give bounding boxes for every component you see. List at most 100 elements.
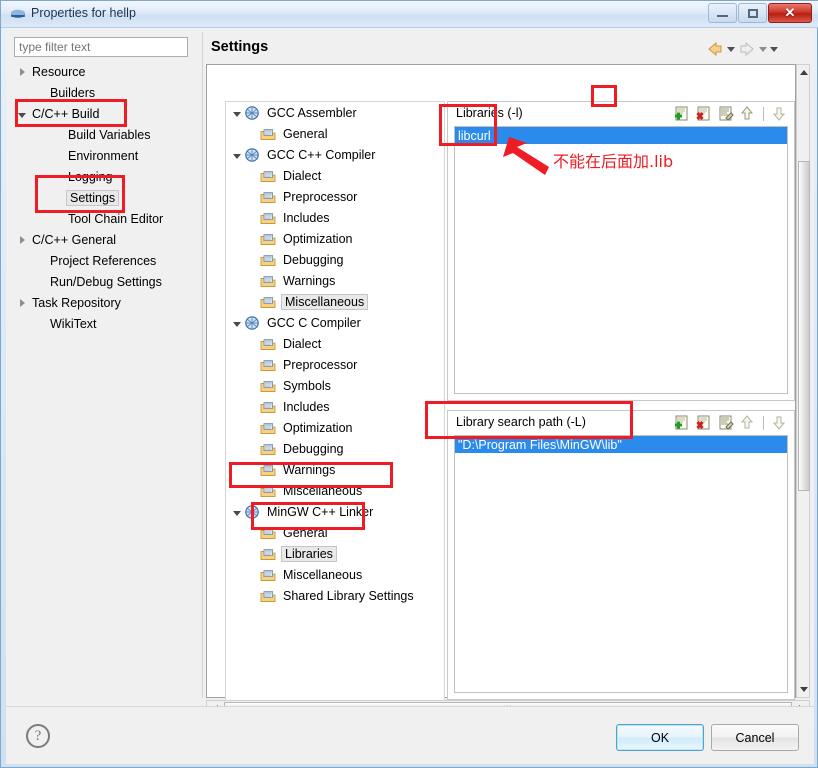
sidebar-item-environment[interactable]: Environment	[14, 145, 198, 166]
sidebar-item-run-debug-settings[interactable]: Run/Debug Settings	[14, 271, 198, 292]
tree-item-dialect[interactable]: Dialect	[226, 165, 444, 186]
sidebar-item-logging[interactable]: Logging	[14, 166, 198, 187]
sidebar-item-label: Build Variables	[68, 127, 151, 142]
search-path-toolbar[interactable]	[673, 414, 788, 431]
tree-item-gcc-c-compiler[interactable]: GCC C++ Compiler	[226, 144, 444, 165]
chevron-right-icon[interactable]	[14, 61, 30, 82]
add-icon[interactable]	[673, 105, 690, 122]
back-arrow-icon[interactable]	[706, 41, 724, 57]
tree-item-includes[interactable]: Includes	[226, 207, 444, 228]
forward-arrow-icon	[740, 41, 754, 57]
settings-vertical-scrollbar[interactable]	[796, 64, 810, 698]
tree-item-label: Dialect	[283, 336, 322, 351]
back-history-chevron-down-icon[interactable]	[727, 46, 735, 52]
tree-item-libraries[interactable]: Libraries	[226, 543, 444, 564]
scroll-up-icon[interactable]	[797, 65, 811, 80]
tree-item-label: Debugging	[283, 441, 344, 456]
tree-item-debugging[interactable]: Debugging	[226, 249, 444, 270]
chevron-right-icon[interactable]	[14, 229, 30, 250]
folder-tool-icon	[260, 189, 278, 205]
tree-item-general[interactable]: General	[226, 522, 444, 543]
sidebar-item-project-references[interactable]: Project References	[14, 250, 198, 271]
delete-icon[interactable]	[695, 105, 712, 122]
window-titlebar[interactable]: Properties for hellp ✕	[1, 1, 818, 28]
chevron-down-icon[interactable]	[230, 144, 244, 165]
chevron-down-icon[interactable]	[14, 103, 30, 124]
chevron-right-icon[interactable]	[14, 292, 30, 313]
page-nav-buttons[interactable]	[706, 38, 806, 60]
cancel-button[interactable]: Cancel	[711, 724, 799, 751]
tree-item-general[interactable]: General	[226, 123, 444, 144]
search-path-group-label: Library search path (-L)	[456, 415, 586, 429]
scroll-down-icon[interactable]	[797, 682, 811, 697]
tree-item-label: GCC Assembler	[267, 105, 357, 120]
edit-icon[interactable]	[717, 414, 734, 431]
chevron-down-icon[interactable]	[230, 501, 244, 522]
sidebar-item-builders[interactable]: Builders	[14, 82, 198, 103]
forward-history-chevron-down-icon[interactable]	[759, 46, 767, 52]
filter-input[interactable]	[14, 37, 188, 57]
sidebar-item-tool-chain-editor[interactable]: Tool Chain Editor	[14, 208, 198, 229]
tree-item-optimization[interactable]: Optimization	[226, 417, 444, 438]
sidebar-item-c-c-build[interactable]: C/C++ Build	[14, 103, 198, 124]
move-up-icon[interactable]	[739, 414, 756, 431]
chevron-down-icon[interactable]	[230, 102, 244, 123]
tree-item-warnings[interactable]: Warnings	[226, 459, 444, 480]
add-icon[interactable]	[673, 414, 690, 431]
close-button[interactable]: ✕	[768, 3, 812, 23]
tree-item-gcc-c-compiler[interactable]: GCC C Compiler	[226, 312, 444, 333]
maximize-button[interactable]	[738, 3, 767, 23]
move-down-icon[interactable]	[771, 105, 788, 122]
sidebar-item-settings[interactable]: Settings	[14, 187, 198, 208]
vertical-scrollbar-thumb[interactable]	[798, 161, 810, 491]
toolchain-icon	[244, 315, 262, 331]
tool-settings-tree[interactable]: GCC Assembler General GCC C++ Compiler Dial…	[225, 101, 445, 701]
minimize-button[interactable]	[708, 3, 737, 23]
folder-tool-icon	[260, 231, 278, 247]
tree-item-miscellaneous[interactable]: Miscellaneous	[226, 480, 444, 501]
libraries-toolbar[interactable]	[673, 105, 788, 122]
tree-item-miscellaneous[interactable]: Miscellaneous	[226, 291, 444, 312]
tree-item-gcc-assembler[interactable]: GCC Assembler	[226, 102, 444, 123]
properties-nav-tree[interactable]: Resource Builders C/C++ Build Build Variabl…	[14, 61, 198, 701]
sidebar-item-resource[interactable]: Resource	[14, 61, 198, 82]
sidebar-item-build-variables[interactable]: Build Variables	[14, 124, 198, 145]
tree-item-symbols[interactable]: Symbols	[226, 375, 444, 396]
chevron-down-icon[interactable]	[230, 312, 244, 333]
view-menu-chevron-down-icon[interactable]	[770, 46, 778, 52]
help-icon[interactable]: ?	[26, 724, 50, 748]
sidebar-item-label: Environment	[68, 148, 139, 163]
tree-item-mingw-c-linker[interactable]: MinGW C++ Linker	[226, 501, 444, 522]
tree-item-includes[interactable]: Includes	[226, 396, 444, 417]
tree-item-preprocessor[interactable]: Preprocessor	[226, 186, 444, 207]
tree-item-dialect[interactable]: Dialect	[226, 333, 444, 354]
folder-tool-icon	[260, 126, 278, 142]
search-path-listbox[interactable]: "D:\Program Files\MinGW\lib"	[454, 435, 788, 693]
tree-item-label: Miscellaneous	[283, 567, 363, 582]
tree-item-label: GCC C Compiler	[267, 315, 361, 330]
move-up-icon[interactable]	[739, 105, 756, 122]
tree-item-warnings[interactable]: Warnings	[226, 270, 444, 291]
tree-item-optimization[interactable]: Optimization	[226, 228, 444, 249]
list-item[interactable]: "D:\Program Files\MinGW\lib"	[455, 436, 787, 453]
sidebar-item-c-c-general[interactable]: C/C++ General	[14, 229, 198, 250]
tree-item-debugging[interactable]: Debugging	[226, 438, 444, 459]
delete-icon[interactable]	[695, 414, 712, 431]
sidebar-item-wikitext[interactable]: WikiText	[14, 313, 198, 334]
toolchain-icon	[244, 147, 262, 163]
edit-icon[interactable]	[717, 105, 734, 122]
tree-item-shared-library-settings[interactable]: Shared Library Settings	[226, 585, 444, 606]
ok-button[interactable]: OK	[616, 724, 704, 751]
tree-item-preprocessor[interactable]: Preprocessor	[226, 354, 444, 375]
sidebar-item-task-repository[interactable]: Task Repository	[14, 292, 198, 313]
folder-tool-icon	[260, 357, 278, 373]
tree-item-miscellaneous[interactable]: Miscellaneous	[226, 564, 444, 585]
move-down-icon[interactable]	[771, 414, 788, 431]
tree-item-label: MinGW C++ Linker	[267, 504, 374, 519]
